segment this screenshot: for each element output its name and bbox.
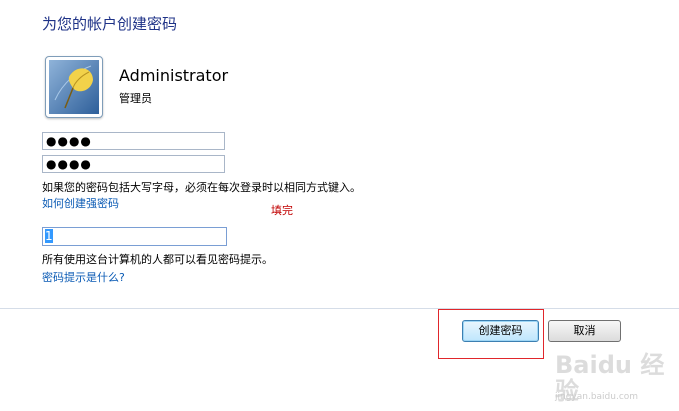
page-title: 为您的帐户创建密码 bbox=[42, 15, 178, 33]
user-role: 管理员 bbox=[119, 92, 152, 105]
password-hint-field[interactable]: 1 bbox=[42, 227, 227, 246]
user-avatar bbox=[45, 56, 103, 118]
flower-leaf-icon bbox=[49, 60, 99, 114]
user-name: Administrator bbox=[119, 66, 229, 85]
new-password-field[interactable]: ●●●● bbox=[42, 132, 225, 150]
case-sensitivity-note: 如果您的密码包括大写字母，必须在每次登录时以相同方式键入。 bbox=[42, 181, 361, 194]
hint-visibility-note: 所有使用这台计算机的人都可以看见密码提示。 bbox=[42, 253, 273, 266]
hint-help-link[interactable]: 密码提示是什么? bbox=[42, 269, 125, 285]
cancel-button[interactable]: 取消 bbox=[548, 320, 621, 342]
footer-divider bbox=[0, 308, 679, 309]
strong-password-link[interactable]: 如何创建强密码 bbox=[42, 195, 119, 211]
password-hint-value: 1 bbox=[45, 229, 53, 243]
annotation-label: 填完 bbox=[271, 204, 293, 217]
confirm-password-field[interactable]: ●●●● bbox=[42, 155, 225, 173]
watermark-url: jingyan.baidu.com bbox=[555, 392, 639, 402]
create-password-button[interactable]: 创建密码 bbox=[462, 320, 539, 342]
baidu-watermark: Baidu 经验 jingyan.baidu.com bbox=[555, 352, 673, 408]
